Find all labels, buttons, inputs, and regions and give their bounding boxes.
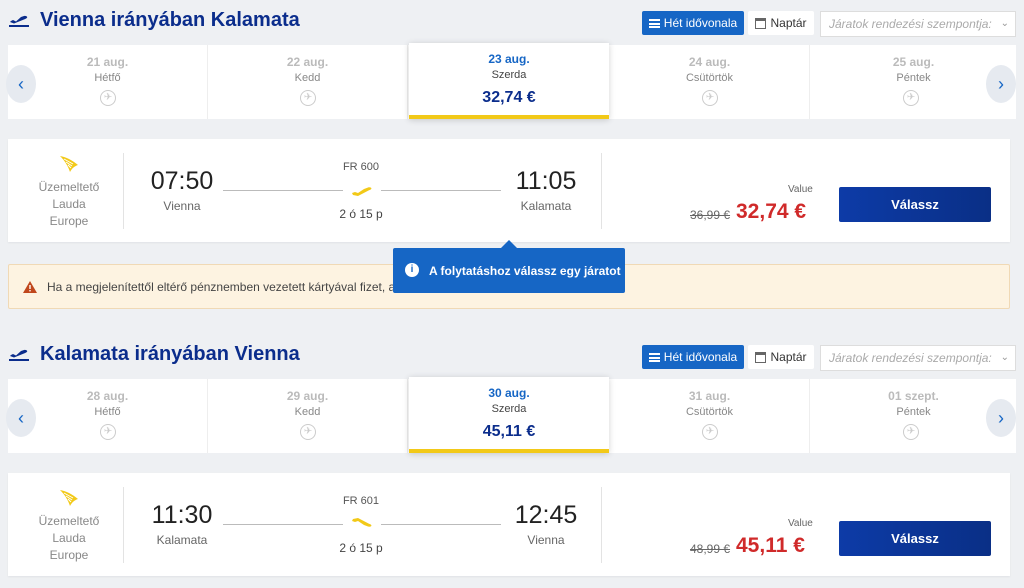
tooltip-text: A folytatáshoz válassz egy járatot [429, 263, 621, 278]
prev-week-arrow[interactable]: ‹ [6, 399, 36, 437]
arrival-city: Vienna [527, 533, 565, 547]
date-tab[interactable]: 31 aug. Csütörtök ✈ [610, 379, 810, 453]
departure-city: Kalamata [156, 533, 208, 547]
date-tab[interactable]: 24 aug. Csütörtök ✈ [610, 45, 810, 119]
arrival-time: 12:45 [514, 501, 578, 529]
flight-number: FR 600 [342, 161, 380, 173]
operator-text: Üzemeltető Lauda Europe [38, 180, 100, 228]
flight-price: 32,74 € [736, 200, 807, 223]
plane-icon [352, 187, 372, 196]
inbound-date-bar: ‹ 28 aug. Hétfő ✈ 29 aug. Kedd ✈ 30 aug.… [6, 377, 1016, 453]
harp-logo-icon [60, 156, 78, 172]
divider [123, 487, 124, 563]
flight-duration: 2 ó 15 p [339, 541, 383, 555]
outbound-section: Vienna irányában Kalamata Hét idővonala … [0, 0, 1024, 250]
date-tab-selected[interactable]: 30 aug. Szerda 45,11 € [409, 377, 609, 453]
no-flight-icon: ✈ [903, 424, 919, 440]
date-tab[interactable]: 29 aug. Kedd ✈ [208, 379, 408, 453]
departure-time: 07:50 [150, 167, 214, 195]
date-tab[interactable]: 22 aug. Kedd ✈ [208, 45, 408, 119]
no-flight-icon: ✈ [300, 90, 316, 106]
outbound-title-text: Vienna irányában Kalamata [40, 8, 300, 31]
old-price: 48,99 € [690, 542, 731, 556]
sort-select[interactable]: Járatok rendezési szempontja: ⌄ [820, 11, 1016, 37]
calendar-icon [755, 351, 767, 363]
divider [123, 153, 124, 229]
arrival-city: Kalamata [520, 199, 572, 213]
inbound-title-text: Kalamata irányában Vienna [40, 342, 300, 365]
inbound-flight-card[interactable]: Üzemeltető Lauda Europe 11:30 Kalamata FR … [8, 473, 1010, 576]
inbound-section: Kalamata irányában Vienna Hét idővonala … [0, 334, 1024, 588]
list-icon [648, 352, 660, 362]
fare-type-label: Value [788, 184, 813, 195]
calendar-button[interactable]: Naptár [748, 11, 814, 35]
no-flight-icon: ✈ [100, 424, 116, 440]
no-flight-icon: ✈ [702, 90, 718, 106]
inbound-header: Kalamata irányában Vienna Hét idővonala … [0, 334, 1024, 371]
departure-city: Vienna [163, 199, 201, 213]
day-price: 45,11 € [482, 423, 536, 440]
outbound-header: Vienna irányában Kalamata Hét idővonala … [0, 0, 1024, 37]
no-flight-icon: ✈ [702, 424, 718, 440]
plane-icon [352, 518, 372, 527]
plane-takeoff-icon [9, 349, 29, 361]
outbound-flight-card[interactable]: Üzemeltető Lauda Europe 07:50 Vienna FR 60… [8, 139, 1010, 242]
divider [601, 487, 602, 563]
date-tab[interactable]: 21 aug. Hétfő ✈ [8, 45, 208, 119]
day-price: 32,74 € [482, 89, 536, 106]
operator-text: Üzemeltető Lauda Europe [38, 514, 100, 562]
next-week-arrow[interactable]: › [986, 65, 1016, 103]
chevron-down-icon: ⌄ [1000, 18, 1009, 29]
route-line [223, 190, 343, 191]
no-flight-icon: ✈ [903, 90, 919, 106]
harp-logo-icon [60, 490, 78, 506]
info-icon: i [405, 263, 419, 277]
date-tab-selected[interactable]: 23 aug. Szerda 32,74 € [409, 43, 609, 119]
outbound-date-bar: ‹ 21 aug. Hétfő ✈ 22 aug. Kedd ✈ 23 aug.… [6, 43, 1016, 119]
flight-duration: 2 ó 15 p [339, 207, 383, 221]
chevron-down-icon: ⌄ [1000, 352, 1009, 363]
route-line [381, 524, 501, 525]
calendar-button[interactable]: Naptár [748, 345, 814, 369]
old-price: 36,99 € [690, 208, 731, 222]
select-flight-button[interactable]: Válassz [839, 187, 991, 222]
departure-time: 11:30 [151, 501, 213, 529]
no-flight-icon: ✈ [100, 90, 116, 106]
divider [601, 153, 602, 229]
no-flight-icon: ✈ [300, 424, 316, 440]
route-line [223, 524, 343, 525]
route-line [381, 190, 501, 191]
week-timeline-button[interactable]: Hét idővonala [642, 11, 744, 35]
week-timeline-button[interactable]: Hét idővonala [642, 345, 744, 369]
fare-type-label: Value [788, 518, 813, 529]
sort-select[interactable]: Járatok rendezési szempontja: ⌄ [820, 345, 1016, 371]
warning-icon [23, 281, 37, 293]
calendar-icon [755, 17, 767, 29]
inbound-title: Kalamata irányában Vienna [8, 340, 300, 368]
flight-price: 45,11 € [736, 534, 805, 557]
select-flight-tooltip: i A folytatáshoz válassz egy járatot [393, 240, 625, 293]
prev-week-arrow[interactable]: ‹ [6, 65, 36, 103]
arrival-time: 11:05 [515, 167, 577, 195]
next-week-arrow[interactable]: › [986, 399, 1016, 437]
select-flight-button[interactable]: Válassz [839, 521, 991, 556]
alert-text: Ha a megjelenítettől eltérő pénznemben v… [47, 280, 396, 294]
outbound-title: Vienna irányában Kalamata [8, 6, 300, 34]
list-icon [648, 18, 660, 28]
date-tab[interactable]: 28 aug. Hétfő ✈ [8, 379, 208, 453]
plane-takeoff-icon [9, 15, 29, 27]
flight-number: FR 601 [342, 495, 380, 507]
